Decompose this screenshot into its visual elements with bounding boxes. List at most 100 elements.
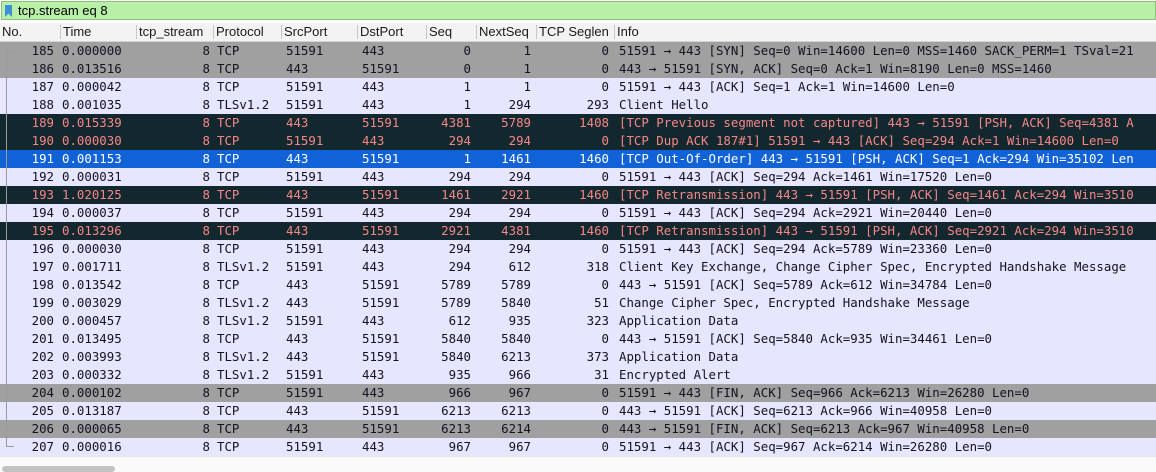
cell-dstport: 443 xyxy=(362,79,385,94)
cell-no: 196 xyxy=(31,241,54,256)
cell-dstport: 443 xyxy=(362,367,385,382)
cell-protocol: TLSv1.2 xyxy=(217,313,270,328)
cell-tcp-seglen: 1460 xyxy=(579,187,609,202)
column-header-protocol[interactable]: Protocol xyxy=(214,23,281,41)
cell-srcport: 51591 xyxy=(286,259,324,274)
column-header-info[interactable]: Info xyxy=(615,23,1156,41)
cell-nextseq: 5840 xyxy=(501,331,531,346)
horizontal-scrollbar[interactable] xyxy=(0,456,1156,472)
cell-dstport: 51591 xyxy=(362,187,400,202)
packet-row[interactable]: 203 0.000332 8 TLSv1.2 51591 443 935 966 31 Encry… xyxy=(0,366,1156,384)
cell-srcport: 51591 xyxy=(286,97,324,112)
packet-row[interactable]: 192 0.000031 8 TCP 51591 443 294 294 0 51591 → 44… xyxy=(0,168,1156,186)
cell-tcp-seglen: 0 xyxy=(601,331,609,346)
cell-time: 0.000065 xyxy=(62,421,122,436)
cell-tcp-stream: 8 xyxy=(202,79,210,94)
packet-row[interactable]: 202 0.003993 8 TLSv1.2 443 51591 5840 6213 373 Ap… xyxy=(0,348,1156,366)
cell-seq: 5789 xyxy=(441,277,471,292)
cell-no: 203 xyxy=(31,367,54,382)
cell-seq: 6213 xyxy=(441,403,471,418)
cell-tcp-stream: 8 xyxy=(202,421,210,436)
cell-time: 0.000037 xyxy=(62,205,122,220)
column-header-tcp-stream[interactable]: tcp_stream xyxy=(137,23,213,41)
packet-list[interactable]: 185 0.000000 8 TCP 51591 443 0 1 0 51591 → 443 [S… xyxy=(0,42,1156,456)
cell-protocol: TCP xyxy=(217,205,240,220)
cell-protocol: TLSv1.2 xyxy=(217,367,270,382)
packet-row[interactable]: 195 0.013296 8 TCP 443 51591 2921 4381 1460 [TCP … xyxy=(0,222,1156,240)
cell-seq: 2921 xyxy=(441,223,471,238)
packet-row[interactable]: 200 0.000457 8 TLSv1.2 51591 443 612 935 323 Appl… xyxy=(0,312,1156,330)
cell-no: 204 xyxy=(31,385,54,400)
cell-no: 186 xyxy=(31,61,54,76)
display-filter-bar: tcp.stream eq 8 xyxy=(0,0,1156,22)
column-header-seq[interactable]: Seq xyxy=(427,23,476,41)
cell-tcp-seglen: 0 xyxy=(601,43,609,58)
cell-time: 0.001153 xyxy=(62,151,122,166)
packet-row[interactable]: 198 0.013542 8 TCP 443 51591 5789 5789 0 443 → 51… xyxy=(0,276,1156,294)
packet-row[interactable]: 193 1.020125 8 TCP 443 51591 1461 2921 1460 [TCP … xyxy=(0,186,1156,204)
packet-row[interactable]: 206 0.000065 8 TCP 443 51591 6213 6214 0 443 → 51… xyxy=(0,420,1156,438)
packet-row[interactable]: 201 0.013495 8 TCP 443 51591 5840 5840 0 443 → 51… xyxy=(0,330,1156,348)
cell-nextseq: 6214 xyxy=(501,421,531,436)
cell-no: 207 xyxy=(31,439,54,454)
packet-row[interactable]: 197 0.001711 8 TLSv1.2 51591 443 294 612 318 Clie… xyxy=(0,258,1156,276)
cell-tcp-stream: 8 xyxy=(202,331,210,346)
column-header-time[interactable]: Time xyxy=(61,23,136,41)
cell-srcport: 443 xyxy=(286,187,309,202)
packet-row[interactable]: 207 0.000016 8 TCP 51591 443 967 967 0 51591 → 44… xyxy=(0,438,1156,456)
bookmark-icon[interactable] xyxy=(5,5,12,17)
cell-seq: 4381 xyxy=(441,115,471,130)
cell-nextseq: 5789 xyxy=(501,115,531,130)
cell-time: 0.013516 xyxy=(62,61,122,76)
cell-srcport: 51591 xyxy=(286,205,324,220)
cell-no: 190 xyxy=(31,133,54,148)
packet-row[interactable]: 204 0.000102 8 TCP 51591 443 966 967 0 51591 → 44… xyxy=(0,384,1156,402)
cell-tcp-stream: 8 xyxy=(202,385,210,400)
cell-time: 0.000332 xyxy=(62,367,122,382)
cell-tcp-seglen: 0 xyxy=(601,79,609,94)
display-filter-input[interactable]: tcp.stream eq 8 xyxy=(1,1,1156,20)
cell-dstport: 443 xyxy=(362,43,385,58)
cell-protocol: TCP xyxy=(217,421,240,436)
cell-protocol: TLSv1.2 xyxy=(217,349,270,364)
cell-info: Encrypted Alert xyxy=(619,367,731,382)
column-header-srcport[interactable]: SrcPort xyxy=(282,23,357,41)
cell-info: Client Key Exchange, Change Cipher Spec,… xyxy=(619,259,1127,274)
cell-tcp-seglen: 0 xyxy=(601,403,609,418)
cell-no: 189 xyxy=(31,115,54,130)
column-header-no[interactable]: No. xyxy=(0,23,60,41)
cell-info: [TCP Out-Of-Order] 443 → 51591 [PSH, ACK… xyxy=(619,151,1134,166)
packet-row[interactable]: 190 0.000030 8 TCP 51591 443 294 294 0 [TCP Dup A… xyxy=(0,132,1156,150)
packet-row[interactable]: 187 0.000042 8 TCP 51591 443 1 1 0 51591 → 443 [A… xyxy=(0,78,1156,96)
column-header-nextseq[interactable]: NextSeq xyxy=(477,23,536,41)
cell-info: 51591 → 443 [ACK] Seq=294 Ack=5789 Win=2… xyxy=(619,241,992,256)
column-header-dstport[interactable]: DstPort xyxy=(358,23,426,41)
cell-dstport: 51591 xyxy=(362,115,400,130)
cell-protocol: TCP xyxy=(217,151,240,166)
scrollbar-thumb[interactable] xyxy=(2,466,115,472)
cell-no: 195 xyxy=(31,223,54,238)
packet-list-header: No. Time tcp_stream Protocol SrcPort Dst… xyxy=(0,23,1156,42)
packet-row[interactable]: 189 0.015339 8 TCP 443 51591 4381 5789 1408 [TCP … xyxy=(0,114,1156,132)
cell-time: 0.000030 xyxy=(62,133,122,148)
packet-row[interactable]: 196 0.000030 8 TCP 51591 443 294 294 0 51591 → 44… xyxy=(0,240,1156,258)
cell-tcp-seglen: 318 xyxy=(586,259,609,274)
cell-seq: 294 xyxy=(448,241,471,256)
cell-info: 51591 → 443 [ACK] Seq=1 Ack=1 Win=14600 … xyxy=(619,79,955,94)
cell-seq: 1 xyxy=(463,97,471,112)
packet-row[interactable]: 191 0.001153 8 TCP 443 51591 1 1461 1460 [TCP Out… xyxy=(0,150,1156,168)
packet-row[interactable]: 188 0.001035 8 TLSv1.2 51591 443 1 294 293 Client… xyxy=(0,96,1156,114)
packet-row[interactable]: 205 0.013187 8 TCP 443 51591 6213 6213 0 443 → 51… xyxy=(0,402,1156,420)
packet-row[interactable]: 185 0.000000 8 TCP 51591 443 0 1 0 51591 → 443 [S… xyxy=(0,42,1156,60)
cell-dstport: 443 xyxy=(362,313,385,328)
packet-row[interactable]: 199 0.003029 8 TLSv1.2 443 51591 5789 5840 51 Cha… xyxy=(0,294,1156,312)
packet-row[interactable]: 194 0.000037 8 TCP 51591 443 294 294 0 51591 → 44… xyxy=(0,204,1156,222)
cell-tcp-seglen: 31 xyxy=(594,367,609,382)
cell-nextseq: 294 xyxy=(508,97,531,112)
packet-row[interactable]: 186 0.013516 8 TCP 443 51591 0 1 0 443 → 51591 [S… xyxy=(0,60,1156,78)
cell-dstport: 51591 xyxy=(362,349,400,364)
column-header-tcp-seglen[interactable]: TCP Seglen xyxy=(537,23,614,41)
cell-tcp-seglen: 0 xyxy=(601,421,609,436)
cell-seq: 294 xyxy=(448,133,471,148)
cell-no: 188 xyxy=(31,97,54,112)
